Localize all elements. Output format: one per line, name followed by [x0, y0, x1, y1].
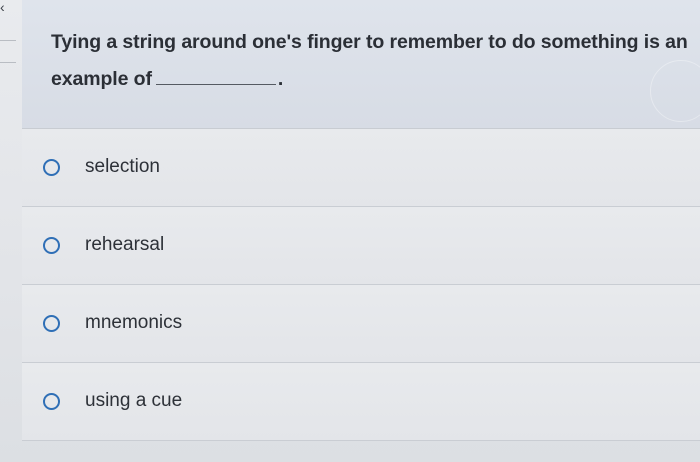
answer-options: selection rehearsal mnemonics using a cu… — [22, 129, 700, 441]
quiz-page: ‹ Tying a string around one's finger to … — [0, 0, 700, 462]
option-label: rehearsal — [85, 234, 165, 255]
question-text: Tying a string around one's finger to re… — [51, 24, 700, 98]
divider — [0, 40, 16, 41]
option-selection[interactable]: selection — [22, 129, 700, 207]
radio-button-icon[interactable] — [43, 159, 60, 176]
question-block: Tying a string around one's finger to re… — [22, 0, 700, 129]
radio-button-icon[interactable] — [43, 237, 60, 254]
answer-blank — [155, 70, 276, 85]
option-rehearsal[interactable]: rehearsal — [22, 207, 700, 285]
option-mnemonics[interactable]: mnemonics — [22, 285, 700, 363]
option-label: using a cue — [85, 390, 183, 411]
option-label: mnemonics — [85, 312, 183, 333]
question-punctuation: . — [277, 68, 284, 90]
option-label: selection — [85, 156, 160, 177]
divider — [0, 62, 16, 63]
back-chevron-icon[interactable]: ‹ — [0, 0, 10, 16]
option-using-a-cue[interactable]: using a cue — [22, 363, 700, 441]
radio-button-icon[interactable] — [43, 315, 60, 332]
question-prompt: Tying a string around one's finger to re… — [51, 31, 688, 90]
radio-button-icon[interactable] — [43, 393, 60, 410]
glare-mark — [650, 60, 700, 122]
